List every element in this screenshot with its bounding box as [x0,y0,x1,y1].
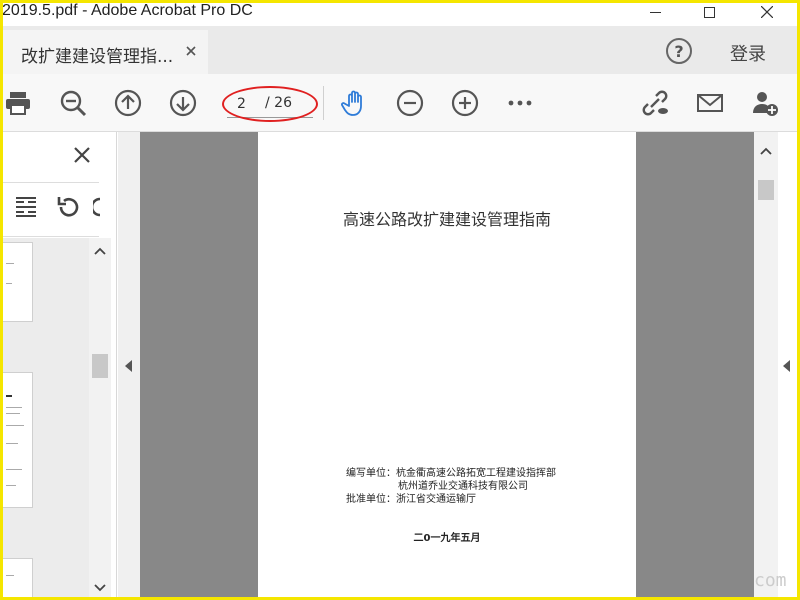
chevron-up-icon[interactable] [94,246,106,258]
watermark: com [754,570,787,591]
add-user-icon [753,92,778,116]
rotate-clockwise-icon[interactable] [93,194,101,220]
print-icon [6,92,30,115]
toolbar: / 26 [3,74,797,132]
help-icon[interactable]: ? [666,38,692,64]
zoom-in-button[interactable] [450,88,480,118]
add-user-button[interactable] [750,88,780,118]
zoom-out-search-icon [60,90,87,117]
document-scroll-thumb[interactable] [758,180,774,200]
page-options-icon[interactable] [13,194,39,220]
print-button[interactable] [3,88,33,118]
page-thumbnail-1[interactable] [3,242,33,322]
panel-close-icon[interactable] [73,146,91,164]
thumb-text-line [6,263,14,264]
chevron-down-icon[interactable] [94,581,106,593]
thumb-text-line [6,575,14,576]
toolbar-divider [323,86,324,120]
thumb-text-line [6,443,18,444]
hand-tool-button[interactable] [340,88,370,118]
thumb-text-line [6,469,22,470]
collapse-left-icon [125,360,132,372]
chevron-up-icon[interactable] [760,146,772,158]
page-down-icon [169,89,197,117]
right-pane-toggle[interactable] [778,132,797,597]
rotate-icon[interactable] [55,194,81,220]
pdf-page: 高速公路改扩建建设管理指南 编写单位：杭金衢高速公路拓宽工程建设指挥部 杭州道乔… [258,132,636,597]
thumbnail-panel [3,132,117,597]
previous-page-button[interactable] [113,88,143,118]
page-thumbnail-2[interactable] [3,372,33,508]
document-tab[interactable]: 改扩建建设管理指... [3,30,208,74]
thumb-text-line [6,485,16,486]
document-title: 高速公路改扩建建设管理指南 [342,210,551,229]
tab-bar: 改扩建建设管理指... ? 登录 [3,26,797,74]
maximize-button[interactable] [686,0,732,24]
panel-divider-2 [3,236,99,237]
thumbnail-list [3,238,89,597]
login-button[interactable]: 登录 [730,40,766,66]
minimize-button[interactable] [632,0,678,24]
thumb-text-line [6,283,12,284]
maximize-icon [703,6,715,18]
expand-right-icon [783,360,790,372]
left-pane-toggle[interactable] [118,132,140,597]
panel-divider [3,182,99,183]
minimize-icon [649,11,661,13]
thumb-text-line [6,413,20,414]
thumbnail-scroll-thumb[interactable] [92,354,108,378]
zoom-out-icon [396,89,424,117]
thumbnail-scrollbar[interactable] [89,238,111,597]
zoom-search-button[interactable] [58,88,88,118]
more-icon [508,100,532,106]
highlight-ellipse [222,86,318,122]
tab-label: 改扩建建设管理指... [21,47,174,67]
share-link-icon [642,90,668,116]
email-icon [697,94,723,112]
close-icon [761,6,773,18]
approved-by: 浙江省交通运输厅 [396,494,476,505]
close-window-button[interactable] [744,0,790,24]
document-scrollbar[interactable] [754,132,778,597]
title-bar: 2019.5.pdf - Adobe Acrobat Pro DC [0,0,800,26]
approved-by-label: 批准单位： [346,494,396,505]
compiled-by-label: 编写单位： [346,468,396,479]
tab-close-icon[interactable] [183,43,199,59]
page-thumbnail-3[interactable] [3,558,33,597]
window-title: 2019.5.pdf - Adobe Acrobat Pro DC [2,2,253,19]
thumb-text-line [6,425,24,426]
approved-by-line: 批准单位：浙江省交通运输厅 [346,490,476,505]
document-date: 二0一九年五月 [413,533,481,544]
email-button[interactable] [695,88,725,118]
zoom-out-button[interactable] [395,88,425,118]
thumb-text-line [6,407,22,408]
thumb-text-line [6,395,12,397]
document-viewer[interactable]: 高速公路改扩建建设管理指南 编写单位：杭金衢高速公路拓宽工程建设指挥部 杭州道乔… [118,132,754,597]
next-page-button[interactable] [168,88,198,118]
hand-tool-icon [341,90,362,116]
share-link-button[interactable] [640,88,670,118]
zoom-in-icon [451,89,479,117]
more-tools-button[interactable] [505,88,535,118]
page-up-icon [114,89,142,117]
